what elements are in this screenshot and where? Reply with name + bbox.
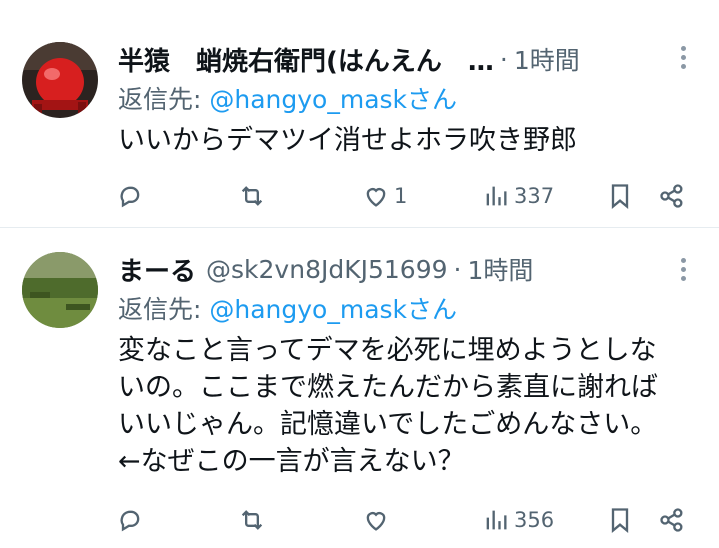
tweet-header: 半猿 蛸焼右衛門(はんえん … · 1時間 (118, 40, 689, 78)
user-handle[interactable]: @sk2vn8JdKJ51699 (206, 255, 448, 284)
share-icon (660, 508, 683, 532)
reply-icon (120, 510, 140, 532)
views-icon (486, 186, 507, 206)
views-count: 356 (514, 508, 555, 532)
tweet-text-line: いいじゃん。記憶違いでしたごめんなさい。 (118, 409, 658, 440)
separator-dot: · (453, 254, 462, 284)
retweet-icon (241, 186, 263, 206)
tweet[interactable]: まーる @sk2vn8JdKJ51699 · 1時間 返信先: @hangyo_… (0, 228, 719, 548)
bookmark-button[interactable] (606, 500, 634, 540)
bookmark-icon (611, 508, 629, 533)
like-button[interactable]: 1 (362, 176, 407, 216)
action-bar: 1 337 (112, 176, 692, 216)
retweet-button[interactable] (238, 500, 266, 540)
reply-prefix: 返信先: (118, 85, 210, 114)
retweet-button[interactable] (238, 176, 266, 216)
like-count: 1 (394, 184, 408, 208)
bookmark-button[interactable] (606, 176, 634, 216)
more-icon[interactable] (681, 46, 687, 70)
views-count: 337 (514, 184, 555, 208)
tweet-body: 半猿 蛸焼右衛門(はんえん … · 1時間 返信先: @hangyo_maskさ… (118, 40, 689, 159)
tweet[interactable]: 半猿 蛸焼右衛門(はんえん … · 1時間 返信先: @hangyo_maskさ… (0, 0, 719, 228)
tweet-text-line: ←なぜこの一言が言えない？ (118, 446, 465, 477)
timestamp[interactable]: 1時間 (514, 41, 580, 77)
bookmark-icon (611, 184, 629, 209)
reply-to-link[interactable]: @hangyo_maskさん (209, 295, 457, 324)
like-button[interactable] (362, 500, 390, 540)
display-name[interactable]: まーる (118, 251, 196, 288)
views-button[interactable]: 356 (482, 500, 554, 540)
avatar[interactable] (22, 42, 98, 118)
tweet-text-line: 変なこと言ってデマを必死に埋めようとしな (118, 335, 657, 366)
action-bar: 356 (112, 500, 692, 540)
share-button[interactable] (658, 500, 686, 540)
separator-dot: · (499, 44, 508, 74)
tweet-body: まーる @sk2vn8JdKJ51699 · 1時間 返信先: @hangyo_… (118, 250, 689, 480)
share-button[interactable] (658, 176, 686, 216)
reply-button[interactable] (116, 176, 144, 216)
reply-to-link[interactable]: @hangyo_maskさん (209, 85, 457, 114)
timestamp[interactable]: 1時間 (467, 251, 533, 287)
tweet-header: まーる @sk2vn8JdKJ51699 · 1時間 (118, 250, 689, 288)
more-icon[interactable] (681, 258, 687, 282)
avatar[interactable] (22, 252, 98, 328)
views-button[interactable]: 337 (482, 176, 554, 216)
share-icon (660, 184, 683, 208)
heart-icon (366, 188, 386, 207)
tweet-text-line: いの。ここまで燃えたんだから素直に謝れば (118, 372, 658, 403)
display-name[interactable]: 半猿 蛸焼右衛門(はんえん … (118, 41, 494, 78)
reply-button[interactable] (116, 500, 144, 540)
tweet-text: 変なこと言ってデマを必死に埋めようとしな いの。ここまで燃えたんだから素直に謝れ… (118, 332, 689, 480)
retweet-icon (241, 510, 263, 530)
views-icon (486, 510, 507, 530)
tweet-text: いいからデマツイ消せよホラ吹き野郎 (118, 125, 577, 156)
heart-icon (366, 512, 386, 531)
reply-icon (120, 186, 140, 208)
reply-prefix: 返信先: (118, 295, 210, 324)
reply-context: 返信先: @hangyo_maskさん (118, 82, 689, 118)
reply-context: 返信先: @hangyo_maskさん (118, 292, 689, 328)
